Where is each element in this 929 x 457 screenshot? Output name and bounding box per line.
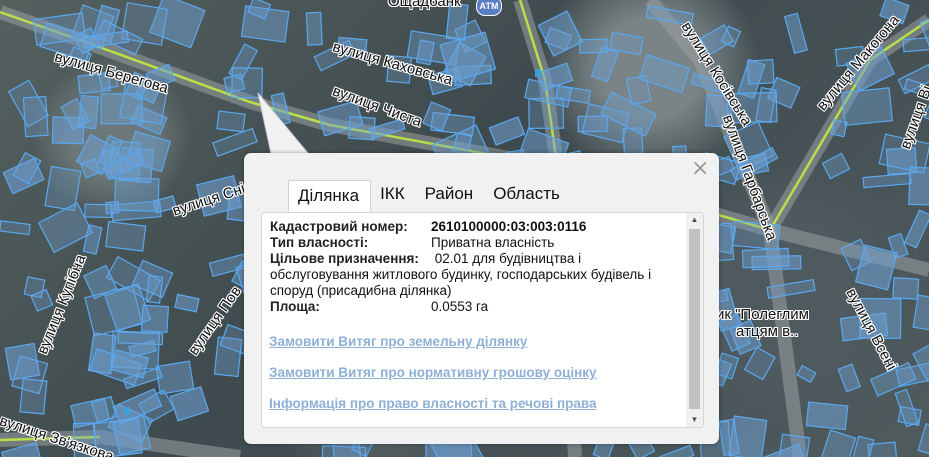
scroll-up-icon[interactable]: ▲ (686, 213, 703, 227)
popup-tabs: Ділянка ІКК Район Область (288, 179, 571, 214)
scroll-down-icon[interactable]: ▼ (686, 413, 703, 427)
info-row-cadastral-number: Кадастровий номер: 2610100000:03:003:011… (270, 219, 680, 235)
order-land-extract-link[interactable]: Замовити Витяг про земельну ділянку (269, 333, 597, 350)
tab-raion[interactable]: Район (416, 179, 485, 212)
tab-dilianka[interactable]: Ділянка (288, 180, 372, 214)
info-row-purpose: Цільове призначення: 02.01 для будівницт… (270, 251, 680, 299)
cadastral-number-value: 2610100000:03:003:0116 (431, 219, 587, 234)
parcel-details-panel: Кадастровий номер: 2610100000:03:003:011… (261, 212, 704, 428)
extract-links: Замовити Витяг про земельну ділянку Замо… (269, 333, 597, 426)
parcel-info-table: Кадастровий номер: 2610100000:03:003:011… (270, 219, 680, 315)
info-row-area: Площа: 0.0553 га (270, 299, 680, 315)
area-value: 0.0553 га (431, 299, 489, 314)
details-scrollbar[interactable]: ▲ ▼ (686, 213, 703, 427)
tab-oblast[interactable]: Область (484, 179, 571, 212)
info-label: Кадастровий номер: (270, 219, 408, 234)
parcel-info-popup: × Ділянка ІКК Район Область Кадастровий … (244, 153, 719, 444)
info-label: Цільове призначення: (270, 251, 419, 266)
order-valuation-extract-link[interactable]: Замовити Витяг про нормативну грошову оц… (269, 364, 597, 381)
ownership-rights-info-link[interactable]: Інформація про право власності та речові… (269, 395, 597, 412)
tab-ikk[interactable]: ІКК (371, 179, 416, 212)
close-icon[interactable]: × (691, 158, 709, 180)
scrollbar-thumb[interactable] (689, 229, 700, 409)
ownership-type-value: Приватна власність (431, 235, 555, 250)
info-label: Площа: (270, 299, 320, 314)
info-row-ownership-type: Тип власності: Приватна власність (270, 235, 680, 251)
info-label: Тип власності: (270, 235, 369, 250)
